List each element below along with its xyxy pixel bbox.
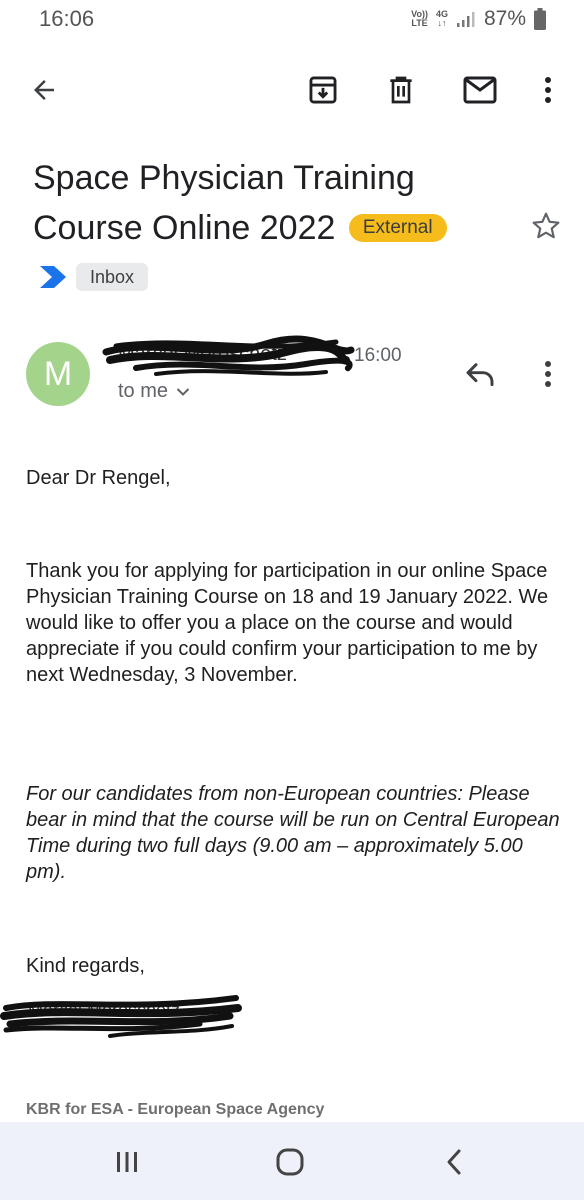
network-arrows: ↓↑ [437,18,447,28]
reply-icon [466,363,494,387]
recipient-text: to me [118,380,169,402]
archive-icon [309,76,337,104]
email-greeting: Dear Dr Rengel, [26,467,171,489]
archive-button[interactable] [303,70,343,110]
delete-button[interactable] [381,70,421,110]
volte-icon: Vo)) LTE [411,10,428,28]
arrow-left-icon [34,80,54,100]
volte-bottom: LTE [411,18,428,28]
status-icons: Vo)) LTE 4G ↓↑ 87% [411,6,546,32]
home-icon [276,1148,304,1176]
signal-icon [456,12,475,27]
recents-icon [117,1152,137,1172]
reply-button[interactable] [460,354,500,394]
email-paragraph-notice: For our candidates from non-European cou… [26,783,560,883]
email-paragraph-main: Thank you for applying for participation… [26,560,549,686]
mark-unread-button[interactable] [460,70,500,110]
sent-time: 16:00 [354,345,402,366]
chevron-down-icon [176,387,190,396]
signature-redaction-scribble [0,995,242,1038]
sender-company: KBR for ESA - European Space Agency [26,1101,325,1118]
more-vert-icon [545,77,551,103]
trash-icon [390,76,412,104]
android-nav-bar [0,1122,584,1200]
status-bar: 16:06 Vo)) LTE 4G ↓↑ 87% [0,0,584,40]
subject-line-2-row: Course Online 2022 External [33,203,493,253]
mail-icon [463,76,497,104]
nav-back-icon [447,1149,461,1175]
battery-icon [534,8,546,30]
subject-line-2: Course Online 2022 [33,209,336,247]
toolbar [0,60,584,120]
recipient-details-toggle[interactable]: to me [118,380,190,403]
more-vert-icon [545,361,551,387]
message-more-button[interactable] [528,354,568,394]
back-button[interactable] [24,70,64,110]
star-icon [532,212,560,239]
recents-button[interactable] [105,1140,149,1184]
label-row: Inbox [38,262,149,292]
label-arrow-icon [40,266,66,288]
battery-percent: 87% [483,7,526,30]
redaction-scribble [102,335,355,376]
status-time: 16:06 [39,6,95,31]
nav-back-button[interactable] [432,1140,476,1184]
inbox-label-chip[interactable]: Inbox [76,263,149,291]
external-badge: External [348,214,447,242]
subject-line-1: Space Physician Training [33,159,415,197]
star-button[interactable] [526,206,566,246]
email-subject: Space Physician Training Course Online 2… [33,153,493,253]
sender-avatar[interactable]: M [26,342,90,406]
email-closing: Kind regards, [26,955,145,977]
network-4g-icon: 4G ↓↑ [436,10,448,28]
more-options-button[interactable] [528,70,568,110]
home-button[interactable] [268,1140,312,1184]
